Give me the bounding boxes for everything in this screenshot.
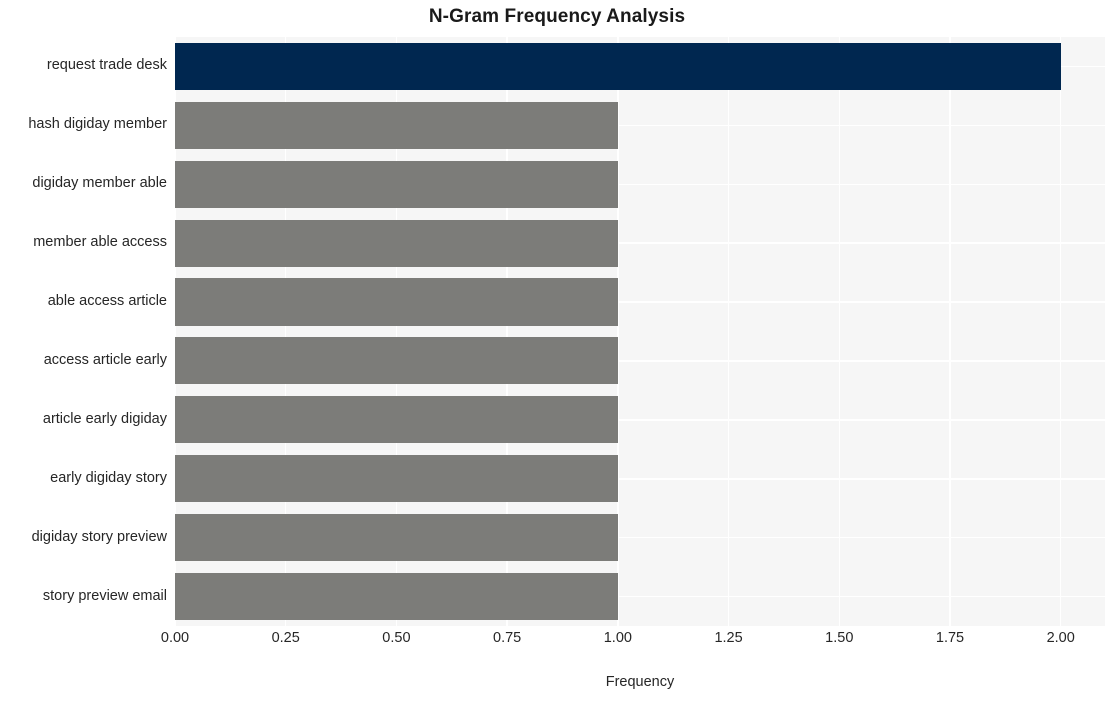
bar: [175, 514, 618, 562]
y-tick-label: request trade desk: [46, 57, 167, 74]
x-tick-label: 0.25: [271, 630, 300, 646]
bar: [175, 42, 1061, 90]
x-tick-label: 1.25: [714, 630, 743, 646]
y-tick-label: able access article: [47, 293, 167, 310]
y-tick-label: digiday member able: [32, 175, 167, 192]
bar: [175, 572, 618, 621]
bar: [175, 337, 618, 385]
chart-figure: N-Gram Frequency Analysis request trade …: [0, 0, 1114, 701]
x-tick-label: 0.00: [160, 630, 190, 646]
bar: [175, 396, 618, 444]
chart-title: N-Gram Frequency Analysis: [428, 6, 686, 27]
y-tick-label: access article early: [43, 351, 167, 368]
x-axis-title-text: Frequency: [605, 674, 675, 690]
y-tick-label: digiday story preview: [31, 528, 167, 545]
y-tick-label: story preview email: [42, 587, 167, 604]
x-tick-label: 1.00: [603, 630, 632, 646]
bar: [175, 455, 618, 503]
y-axis-tick-labels: request trade desk hash digiday member dig…: [0, 37, 167, 626]
x-tick-label: 0.50: [382, 630, 411, 646]
x-tick-label: 2.00: [1046, 630, 1075, 646]
x-tick-label: 1.75: [935, 630, 965, 646]
x-tick-label: 0.75: [493, 630, 522, 646]
y-tick-label: hash digiday member: [28, 116, 167, 133]
x-tick-label: 1.50: [825, 630, 854, 646]
bar: [175, 101, 618, 149]
y-tick-label: member able access: [33, 234, 167, 251]
y-tick-label: early digiday story: [50, 469, 167, 486]
y-tick-label: article early digiday: [42, 410, 167, 427]
x-axis-title: Frequency: [0, 674, 1114, 690]
bar: [175, 278, 618, 326]
plot-area: [175, 37, 1105, 626]
x-axis-tick-labels: 0.00 0.25 0.50 0.75 1.00 1.25 1.50 1.75 2.00: [0, 630, 1114, 654]
bar: [175, 160, 618, 208]
bar: [175, 219, 618, 267]
